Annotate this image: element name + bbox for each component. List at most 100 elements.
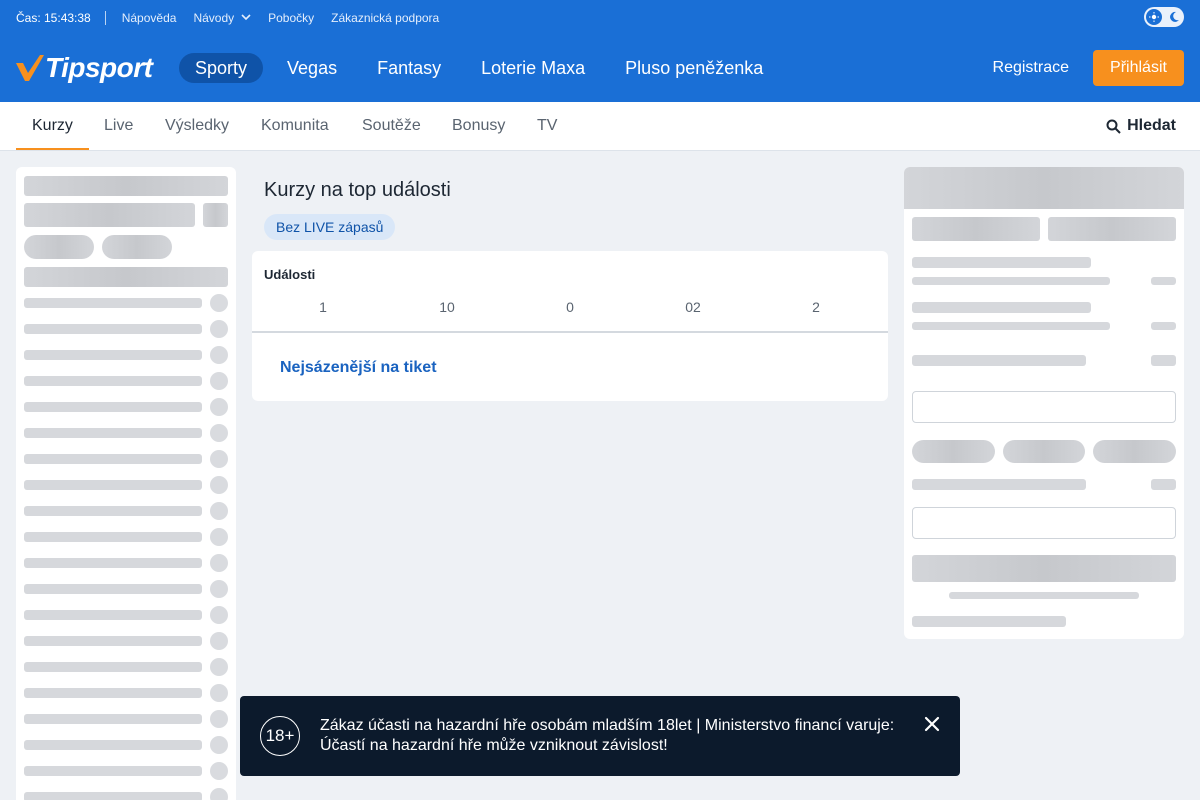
odds-column-header: 02	[685, 299, 701, 315]
theme-toggle[interactable]	[1144, 7, 1184, 27]
skeleton-pill	[102, 235, 172, 259]
skeleton-row-dot	[210, 294, 228, 312]
skeleton-row-dot	[210, 320, 228, 338]
help-link[interactable]: Nápověda	[122, 11, 177, 25]
skeleton-row-dot	[210, 502, 228, 520]
tab-souteze[interactable]: Soutěže	[346, 102, 437, 150]
sports-menu-skeleton	[16, 167, 236, 800]
main-nav: Sporty Vegas Fantasy Loterie Maxa Pluso …	[179, 53, 787, 83]
age-18-badge: 18+	[260, 716, 300, 756]
skeleton-row-dot	[210, 398, 228, 416]
nav-loterie-maxa[interactable]: Loterie Maxa	[465, 53, 601, 83]
skeleton-row-dot	[210, 372, 228, 390]
sub-nav: Kurzy Live Výsledky Komunita Soutěže Bon…	[0, 102, 1200, 151]
skeleton-row-dot	[210, 476, 228, 494]
no-live-filter-chip[interactable]: Bez LIVE zápasů	[264, 214, 396, 240]
skeleton-row-bar	[24, 480, 202, 490]
tab-bonusy[interactable]: Bonusy	[436, 102, 521, 150]
skeleton-row-dot	[210, 788, 228, 800]
skeleton-row-bar	[24, 350, 202, 360]
nav-fantasy[interactable]: Fantasy	[361, 53, 457, 83]
top-utility-bar: Čas: 15:43:38 Nápověda Návody Pobočky Zá…	[0, 0, 1200, 35]
skeleton-line	[912, 479, 1086, 490]
skeleton-line	[912, 322, 1110, 330]
skeleton-row-dot	[210, 450, 228, 468]
tab-vysledky[interactable]: Výsledky	[149, 102, 245, 150]
skeleton-bar	[24, 267, 228, 287]
skeleton-row-bar	[24, 454, 202, 464]
tipsport-logo[interactable]: Tipsport	[16, 52, 153, 84]
gambling-warning-banner: 18+ Zákaz účasti na hazardní hře osobám …	[240, 696, 960, 776]
ticket-skeleton	[904, 167, 1184, 639]
skeleton-line	[912, 277, 1110, 285]
customer-support-link[interactable]: Zákaznická podpora	[331, 11, 439, 25]
skeleton-pill	[912, 440, 995, 463]
tab-komunita[interactable]: Komunita	[245, 102, 345, 150]
events-card: Události 1 10 0 02 2 Nejsázenější na tik…	[252, 251, 888, 401]
skeleton-pill	[1003, 440, 1085, 463]
close-icon[interactable]	[922, 714, 942, 734]
skeleton-row-bar	[24, 610, 202, 620]
logo-text: Tipsport	[45, 52, 153, 83]
search-label: Hledat	[1127, 117, 1176, 134]
odds-column-header: 2	[812, 299, 820, 315]
skeleton-row-bar	[24, 714, 202, 724]
tab-live[interactable]: Live	[88, 102, 149, 150]
skeleton-row-bar	[24, 376, 202, 386]
skeleton-header	[904, 167, 1184, 209]
main-header: Tipsport Sporty Vegas Fantasy Loterie Ma…	[0, 35, 1200, 102]
skeleton-row-bar	[24, 584, 202, 594]
skeleton-line	[949, 592, 1139, 599]
skeleton-row-dot	[210, 632, 228, 650]
skeleton-row-dot	[210, 580, 228, 598]
login-button[interactable]: Přihlásit	[1093, 50, 1184, 86]
tab-tv[interactable]: TV	[521, 102, 573, 150]
skeleton-line	[1151, 322, 1176, 330]
skeleton-bar	[24, 176, 228, 196]
register-link[interactable]: Registrace	[993, 59, 1069, 77]
skeleton-row-dot	[210, 684, 228, 702]
skeleton-button	[912, 555, 1176, 582]
skeleton-line	[912, 257, 1091, 268]
guides-dropdown[interactable]: Návody	[193, 11, 251, 25]
skeleton-row-bar	[24, 558, 202, 568]
skeleton-line	[912, 616, 1066, 627]
skeleton-line	[1151, 355, 1176, 366]
search-button[interactable]: Hledat	[1106, 102, 1176, 150]
odds-column-header: 0	[566, 299, 574, 315]
branches-link[interactable]: Pobočky	[268, 11, 314, 25]
skeleton-row-bar	[24, 506, 202, 516]
skeleton-row-dot	[210, 736, 228, 754]
skeleton-row-bar	[24, 532, 202, 542]
nav-sporty[interactable]: Sporty	[179, 53, 264, 83]
skeleton-line	[1151, 479, 1176, 490]
stake-input[interactable]	[912, 391, 1176, 423]
skeleton-row-dot	[210, 346, 228, 364]
logo-check-icon	[16, 55, 44, 81]
amount-input[interactable]	[912, 507, 1176, 539]
skeleton-row-bar	[24, 428, 202, 438]
odds-column-header: 1	[319, 299, 327, 315]
skeleton-row-bar	[24, 636, 202, 646]
skeleton-row-bar	[24, 766, 202, 776]
page-title: Kurzy na top události	[264, 179, 451, 201]
skeleton-bar	[203, 203, 228, 227]
nav-pluso-wallet[interactable]: Pluso peněženka	[609, 53, 779, 83]
skeleton-line	[1151, 277, 1176, 285]
nav-vegas[interactable]: Vegas	[271, 53, 353, 83]
most-bet-link[interactable]: Nejsázenější na tiket	[280, 359, 437, 377]
skeleton-tab	[912, 217, 1040, 241]
skeleton-row-dot	[210, 424, 228, 442]
skeleton-row-dot	[210, 606, 228, 624]
odds-column-header: 10	[439, 299, 455, 315]
clock: Čas: 15:43:38	[16, 10, 91, 25]
skeleton-tab	[1048, 217, 1176, 241]
divider	[104, 10, 106, 25]
skeleton-row-bar	[24, 688, 202, 698]
skeleton-row-bar	[24, 402, 202, 412]
skeleton-pill	[1093, 440, 1176, 463]
tab-kurzy[interactable]: Kurzy	[16, 102, 89, 150]
guides-label: Návody	[193, 10, 235, 25]
warning-message: Zákaz účasti na hazardní hře osobám mlad…	[320, 717, 895, 754]
chevron-down-icon	[241, 14, 251, 21]
